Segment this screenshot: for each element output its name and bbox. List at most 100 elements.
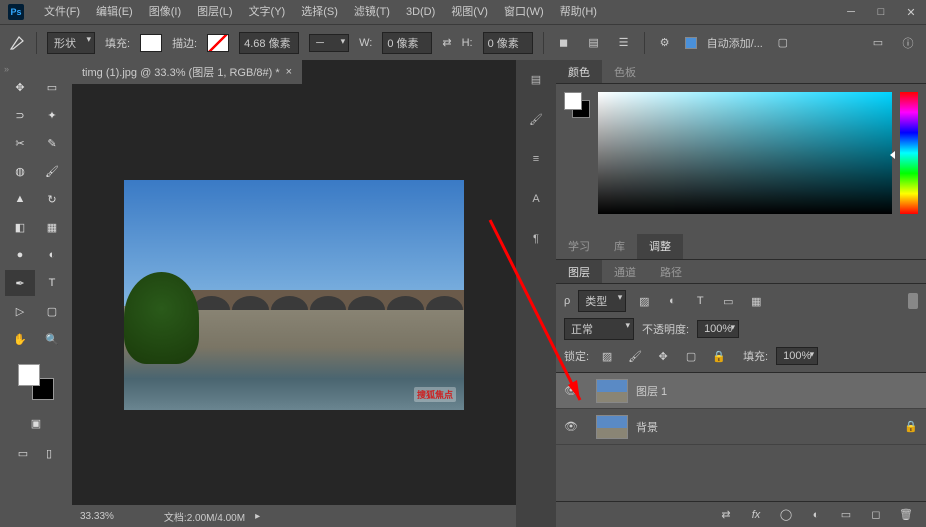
adjustments-tab[interactable]: 调整 bbox=[637, 234, 683, 259]
menu-edit[interactable]: 编辑(E) bbox=[88, 0, 141, 24]
close-icon[interactable]: ✕ bbox=[904, 5, 918, 19]
screen-mode-icon[interactable]: ▭ bbox=[12, 440, 34, 466]
filter-smart-icon[interactable]: ▦ bbox=[746, 291, 766, 311]
history-brush-tool[interactable]: ↻ bbox=[37, 186, 67, 212]
gradient-tool[interactable]: ▦ bbox=[37, 214, 67, 240]
menu-help[interactable]: 帮助(H) bbox=[552, 0, 605, 24]
auto-add-checkbox[interactable] bbox=[685, 37, 697, 49]
shape-mode-dropdown[interactable]: 形状 bbox=[47, 32, 95, 54]
path-arrange-icon[interactable]: ☰ bbox=[614, 33, 634, 53]
layer-name[interactable]: 图层 1 bbox=[636, 383, 667, 399]
lasso-tool[interactable]: ⊃ bbox=[5, 102, 35, 128]
link-layers-icon[interactable]: ⇄ bbox=[716, 505, 736, 525]
width-input[interactable]: 0 像素 bbox=[382, 32, 432, 54]
height-input[interactable]: 0 像素 bbox=[483, 32, 533, 54]
link-wh-icon[interactable]: ⇄ bbox=[442, 36, 451, 49]
blur-tool[interactable]: ● bbox=[5, 242, 35, 268]
search-icon[interactable]: ⓘ bbox=[898, 33, 918, 53]
path-align-icon[interactable]: ▤ bbox=[584, 33, 604, 53]
path-combine-icon[interactable]: ◼ bbox=[554, 33, 574, 53]
foreground-color[interactable] bbox=[18, 364, 40, 386]
paragraph-panel-icon[interactable]: ¶ bbox=[525, 228, 547, 250]
lock-position-icon[interactable]: ✥ bbox=[653, 346, 673, 366]
menu-filter[interactable]: 滤镜(T) bbox=[346, 0, 398, 24]
quick-mask-icon[interactable]: ▣ bbox=[25, 410, 47, 436]
tab-close-icon[interactable]: × bbox=[286, 66, 292, 78]
layer-name[interactable]: 背景 bbox=[636, 419, 658, 435]
character-panel-icon[interactable]: A bbox=[525, 188, 547, 210]
menu-image[interactable]: 图像(I) bbox=[141, 0, 189, 24]
edge-align-icon[interactable]: ▢ bbox=[773, 33, 793, 53]
visibility-icon[interactable]: 👁 bbox=[564, 384, 578, 397]
stroke-width-input[interactable]: 4.68 像素 bbox=[239, 32, 299, 54]
filter-shape-icon[interactable]: ▭ bbox=[718, 291, 738, 311]
lock-artboard-icon[interactable]: ▢ bbox=[681, 346, 701, 366]
fill-swatch[interactable] bbox=[140, 34, 162, 52]
hue-slider[interactable] bbox=[900, 92, 918, 214]
library-tab[interactable]: 库 bbox=[602, 234, 637, 259]
panel-fg-color[interactable] bbox=[564, 92, 582, 110]
pen-tool-icon[interactable] bbox=[8, 34, 26, 52]
move-tool[interactable]: ✥ bbox=[5, 74, 35, 100]
canvas-viewport[interactable]: 搜狐焦点 bbox=[72, 84, 516, 505]
lock-transparent-icon[interactable]: ▨ bbox=[597, 346, 617, 366]
eraser-tool[interactable]: ◧ bbox=[5, 214, 35, 240]
new-layer-icon[interactable]: ◻ bbox=[866, 505, 886, 525]
swatches-tab[interactable]: 色板 bbox=[602, 60, 648, 83]
brush-preset-icon[interactable]: ≡ bbox=[525, 148, 547, 170]
opacity-input[interactable]: 100% bbox=[697, 320, 739, 338]
delete-layer-icon[interactable]: 🗑 bbox=[896, 505, 916, 525]
color-field[interactable] bbox=[598, 92, 892, 214]
menu-text[interactable]: 文字(Y) bbox=[241, 0, 294, 24]
dodge-tool[interactable]: ◐ bbox=[37, 242, 67, 268]
lock-all-icon[interactable]: 🔒 bbox=[709, 346, 729, 366]
layer-item[interactable]: 👁 背景 🔒 bbox=[556, 409, 926, 445]
minimize-icon[interactable]: ─ bbox=[844, 5, 858, 19]
pen-tool[interactable]: ✒ bbox=[5, 270, 35, 296]
layer-thumbnail[interactable] bbox=[596, 379, 628, 403]
mask-icon[interactable]: ◯ bbox=[776, 505, 796, 525]
paths-tab[interactable]: 路径 bbox=[648, 260, 694, 283]
document-tab[interactable]: timg (1).jpg @ 33.3% (图层 1, RGB/8#) * × bbox=[72, 60, 302, 84]
menu-window[interactable]: 窗口(W) bbox=[496, 0, 552, 24]
filter-adjustment-icon[interactable]: ◐ bbox=[662, 291, 682, 311]
stroke-swatch[interactable] bbox=[207, 34, 229, 52]
visibility-icon[interactable]: 👁 bbox=[564, 420, 578, 433]
filter-toggle[interactable] bbox=[908, 293, 918, 309]
history-panel-icon[interactable]: ▤ bbox=[525, 68, 547, 90]
layer-filter-dropdown[interactable]: 类型 bbox=[578, 290, 626, 312]
menu-3d[interactable]: 3D(D) bbox=[398, 0, 443, 24]
layer-thumbnail[interactable] bbox=[596, 415, 628, 439]
workspace-icon[interactable]: ▭ bbox=[868, 33, 888, 53]
stroke-style-dropdown[interactable]: ─ bbox=[309, 34, 349, 52]
channels-tab[interactable]: 通道 bbox=[602, 260, 648, 283]
gear-icon[interactable]: ⚙ bbox=[655, 33, 675, 53]
brush-panel-icon[interactable]: 🖌 bbox=[525, 108, 547, 130]
filter-text-icon[interactable]: T bbox=[690, 291, 710, 311]
color-tab[interactable]: 颜色 bbox=[556, 60, 602, 83]
menu-file[interactable]: 文件(F) bbox=[36, 0, 88, 24]
healing-tool[interactable]: ◍ bbox=[5, 158, 35, 184]
lock-image-icon[interactable]: 🖌 bbox=[625, 346, 645, 366]
fill-opacity-input[interactable]: 100% bbox=[776, 347, 818, 365]
adjustment-layer-icon[interactable]: ◐ bbox=[806, 505, 826, 525]
zoom-value[interactable]: 33.33% bbox=[80, 511, 114, 522]
group-icon[interactable]: ▭ bbox=[836, 505, 856, 525]
color-swatches[interactable] bbox=[18, 364, 54, 400]
menu-layer[interactable]: 图层(L) bbox=[189, 0, 240, 24]
magic-wand-tool[interactable]: ✦ bbox=[37, 102, 67, 128]
layer-item[interactable]: 👁 图层 1 bbox=[556, 373, 926, 409]
eyedropper-tool[interactable]: ✎ bbox=[37, 130, 67, 156]
crop-tool[interactable]: ✂ bbox=[5, 130, 35, 156]
rect-marquee-tool[interactable]: ▭ bbox=[37, 74, 67, 100]
brush-tool[interactable]: 🖌 bbox=[37, 158, 67, 184]
menu-view[interactable]: 视图(V) bbox=[443, 0, 496, 24]
menu-select[interactable]: 选择(S) bbox=[293, 0, 346, 24]
learn-tab[interactable]: 学习 bbox=[556, 234, 602, 259]
text-tool[interactable]: T bbox=[37, 270, 67, 296]
path-select-tool[interactable]: ▷ bbox=[5, 298, 35, 324]
fx-icon[interactable]: fx bbox=[746, 505, 766, 525]
hand-tool[interactable]: ✋ bbox=[5, 326, 35, 352]
stamp-tool[interactable]: ▲ bbox=[5, 186, 35, 212]
shape-tool[interactable]: ▢ bbox=[37, 298, 67, 324]
